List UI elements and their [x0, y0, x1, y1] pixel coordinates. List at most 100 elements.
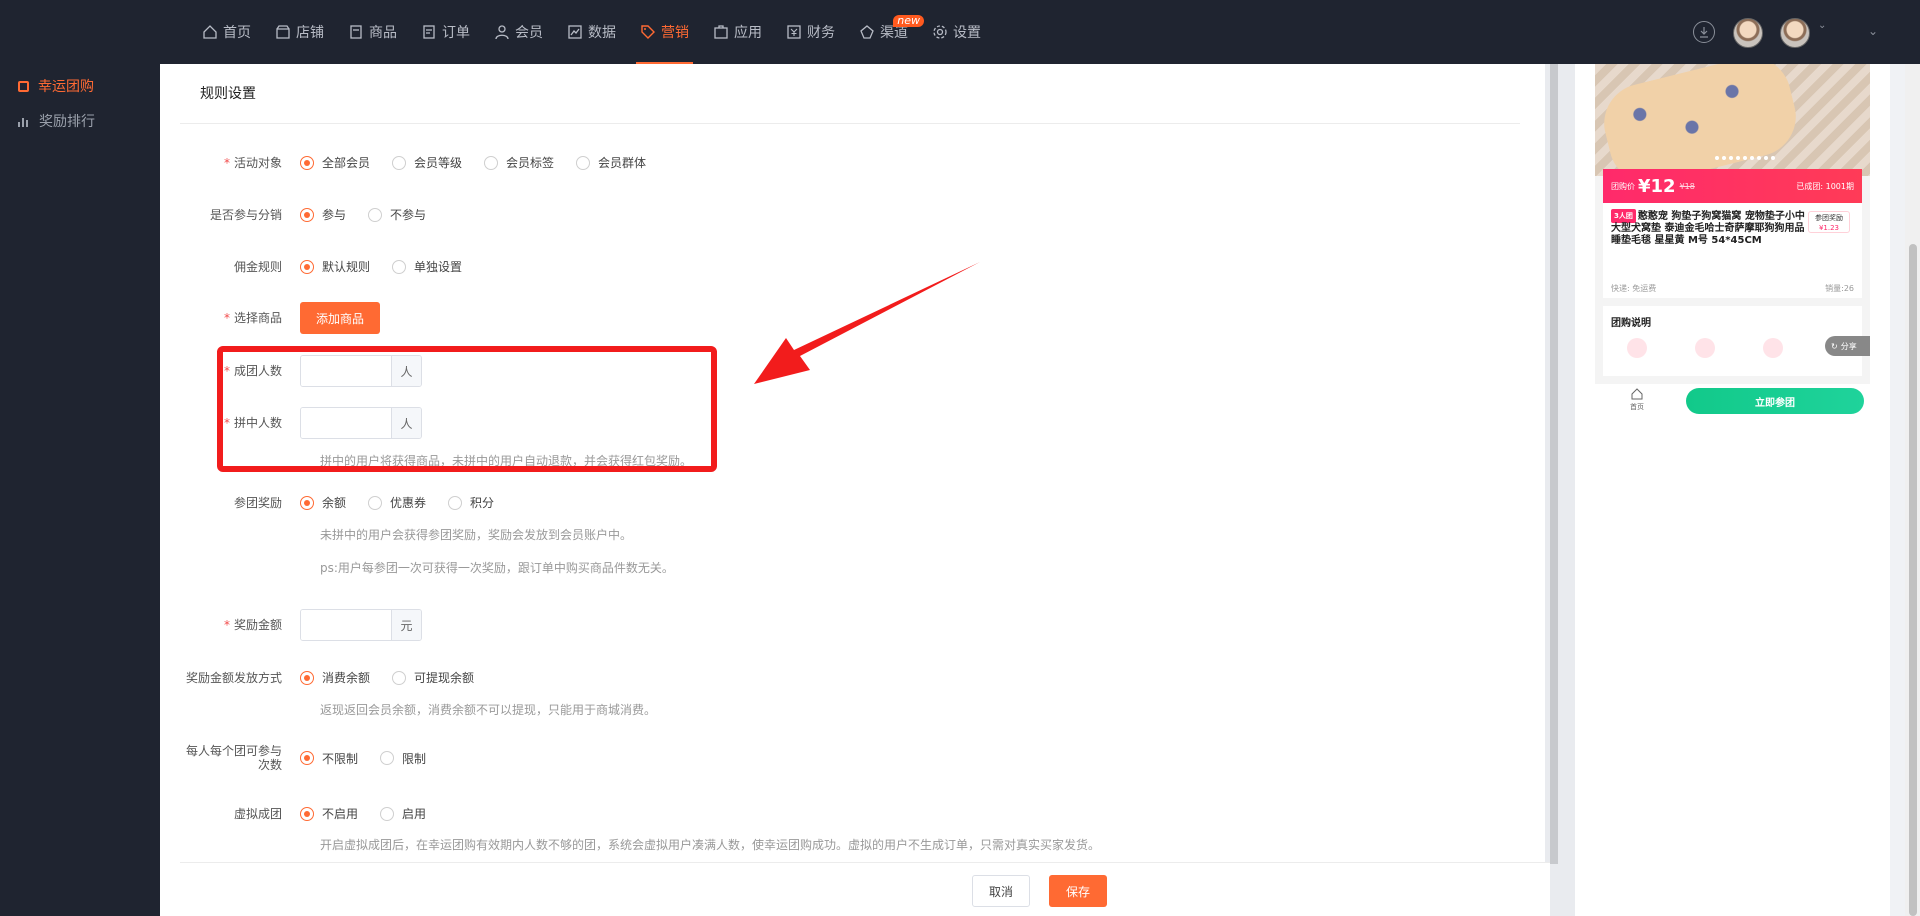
group-price: ¥12 [1638, 175, 1676, 197]
nav-settings[interactable]: 设置 [920, 0, 993, 64]
form-footer: 取消 保存 [180, 862, 1550, 916]
cancel-button[interactable]: 取消 [972, 875, 1030, 907]
share-icon: ↻ [1831, 341, 1838, 351]
radio-withdrawable-balance[interactable]: 可提现余额 [392, 669, 474, 686]
radio-limited[interactable]: 限制 [380, 750, 426, 767]
nav-home[interactable]: 首页 [190, 0, 263, 64]
winner-count-input[interactable] [301, 408, 391, 438]
nav-label: 应用 [734, 25, 762, 41]
nav-marketing[interactable]: 营销 [628, 0, 701, 64]
nav-apps[interactable]: 应用 [701, 0, 774, 64]
nav-channel[interactable]: 渠道 new [847, 0, 924, 64]
group-size-input[interactable] [301, 356, 391, 386]
radio-disable[interactable]: 不启用 [300, 805, 358, 822]
home-icon [202, 24, 218, 40]
tag-icon [640, 24, 656, 40]
radio-participate[interactable]: 参与 [300, 206, 346, 223]
join-limit-row: 每人每个团可参与次数 不限制 限制 [180, 744, 448, 772]
original-price: ¥18 [1679, 181, 1695, 191]
radio-balance[interactable]: 余额 [300, 494, 346, 511]
select-goods-row: * 选择商品 添加商品 [180, 302, 381, 334]
field-label: * 奖励金额 [223, 618, 282, 632]
steps [1627, 338, 1783, 358]
radio-member-level[interactable]: 会员等级 [392, 154, 462, 171]
top-navbar: 首页 店铺 商品 订单 会员 数据 营销 应用 财务 渠道 new 设置 ⌄ ⌄ [0, 0, 1920, 64]
download-icon[interactable] [1693, 21, 1715, 43]
field-label: 是否参与分销 [209, 207, 282, 222]
payout-method-row: 奖励金额发放方式 消费余额 可提现余额 [180, 669, 496, 686]
winner-count-input-group: 人 [300, 407, 422, 439]
radio-enable[interactable]: 启用 [380, 805, 426, 822]
nav-label: 会员 [515, 25, 543, 41]
lucky-group-icon [18, 80, 29, 92]
gear-icon [932, 24, 948, 40]
nav-label: 订单 [442, 25, 470, 41]
main-nav: 首页 店铺 商品 订单 会员 数据 营销 应用 财务 渠道 new 设置 [190, 0, 993, 64]
nav-goods[interactable]: 商品 [336, 0, 409, 64]
winner-count-help: 拼中的用户将获得商品，未拼中的用户自动退款，并会获得红包奖励。 [320, 454, 693, 468]
join-group-button[interactable]: 立即参团 [1686, 388, 1864, 414]
field-label: * 活动对象 [223, 155, 282, 170]
add-goods-button[interactable]: 添加商品 [300, 302, 381, 334]
sales-count: 销量:26 [1825, 284, 1854, 293]
app-icon [713, 24, 729, 40]
group-explain-card: 团购说明 [1603, 306, 1862, 376]
mobile-preview-pane: 团购价 ¥12 ¥18 已成团: 1001期 3人团 憨憨宠 狗垫子狗窝猫窝 宠物… [1575, 64, 1890, 916]
nav-store[interactable]: 店铺 [263, 0, 336, 64]
price-label: 团购价 [1611, 181, 1635, 191]
virtual-group-help: 开启虚拟成团后，在幸运团购有效期内人数不够的团，系统会虚拟用户凑满人数，使幸运团… [320, 838, 1101, 852]
virtual-group-row: 虚拟成团 不启用 启用 [180, 805, 448, 822]
radio-custom-rule[interactable]: 单独设置 [392, 258, 462, 275]
collapse-chevron-icon[interactable]: ⌄ [1868, 24, 1878, 38]
chevron-down-icon[interactable]: ⌄ [1818, 20, 1826, 31]
radio-consume-balance[interactable]: 消费余额 [300, 669, 370, 686]
product-image [1595, 64, 1870, 192]
radio-unlimited[interactable]: 不限制 [300, 750, 358, 767]
reward-chip: 参团奖励 ¥1.23 [1808, 211, 1850, 233]
sold-count: 已成团: 1001期 [1796, 181, 1854, 191]
home-icon[interactable]: 首页 [1629, 388, 1645, 412]
field-label: 每人每个团可参与次数 [185, 744, 282, 772]
nav-member[interactable]: 会员 [482, 0, 555, 64]
nav-finance[interactable]: 财务 [774, 0, 847, 64]
price-bar: 团购价 ¥12 ¥18 已成团: 1001期 [1603, 169, 1862, 203]
step-gift-icon [1695, 338, 1715, 358]
preview-bottom-bar: 首页 立即参团 [1595, 384, 1870, 426]
sidebar-item-lucky-group[interactable]: 幸运团购 [18, 76, 94, 96]
distribution-row: 是否参与分销 参与 不参与 [180, 206, 448, 223]
reward-amount-input[interactable] [301, 610, 391, 640]
group-size-input-group: 人 [300, 355, 422, 387]
page-scrollbar[interactable] [1905, 64, 1920, 916]
step-bag-icon [1627, 338, 1647, 358]
user-avatar[interactable] [1780, 18, 1810, 48]
sidebar-item-reward-ranking[interactable]: 奖励排行 [18, 111, 95, 131]
carousel-dots [1715, 156, 1775, 160]
field-label: * 成团人数 [223, 364, 282, 378]
share-button[interactable]: ↻ 分享 [1825, 336, 1870, 356]
radio-member-tag[interactable]: 会员标签 [484, 154, 554, 171]
group-size-row: * 成团人数 人 [180, 355, 422, 387]
nav-order[interactable]: 订单 [409, 0, 482, 64]
sidebar: 幸运团购 奖励排行 [0, 0, 160, 916]
join-reward-note: ps:用户每参团一次可获得一次奖励，跟订单中购买商品件数无关。 [320, 561, 674, 575]
radio-not-participate[interactable]: 不参与 [368, 206, 426, 223]
save-button[interactable]: 保存 [1049, 875, 1107, 907]
explain-title: 团购说明 [1611, 318, 1651, 329]
radio-member-group[interactable]: 会员群体 [576, 154, 646, 171]
main-content: 规则设置 * 活动对象 全部会员 会员等级 会员标签 会员群体 是否参与分销 参与… [160, 64, 1545, 916]
radio-default-rule[interactable]: 默认规则 [300, 258, 370, 275]
avatar[interactable] [1733, 18, 1763, 48]
commission-row: 佣金规则 默认规则 单独设置 [180, 258, 484, 275]
nav-data[interactable]: 数据 [555, 0, 628, 64]
activity-target-row: * 活动对象 全部会员 会员等级 会员标签 会员群体 [180, 154, 668, 171]
unit-suffix: 人 [391, 408, 421, 438]
field-label: 奖励金额发放方式 [185, 670, 282, 685]
radio-all-members[interactable]: 全部会员 [300, 154, 370, 171]
winner-count-row: * 拼中人数 人 [180, 407, 422, 439]
unit-suffix: 人 [391, 356, 421, 386]
radio-coupon[interactable]: 优惠券 [368, 494, 426, 511]
form-scrollbar[interactable] [1550, 64, 1558, 864]
radio-points[interactable]: 积分 [448, 494, 494, 511]
order-icon [421, 24, 437, 40]
nav-label: 营销 [661, 25, 689, 41]
